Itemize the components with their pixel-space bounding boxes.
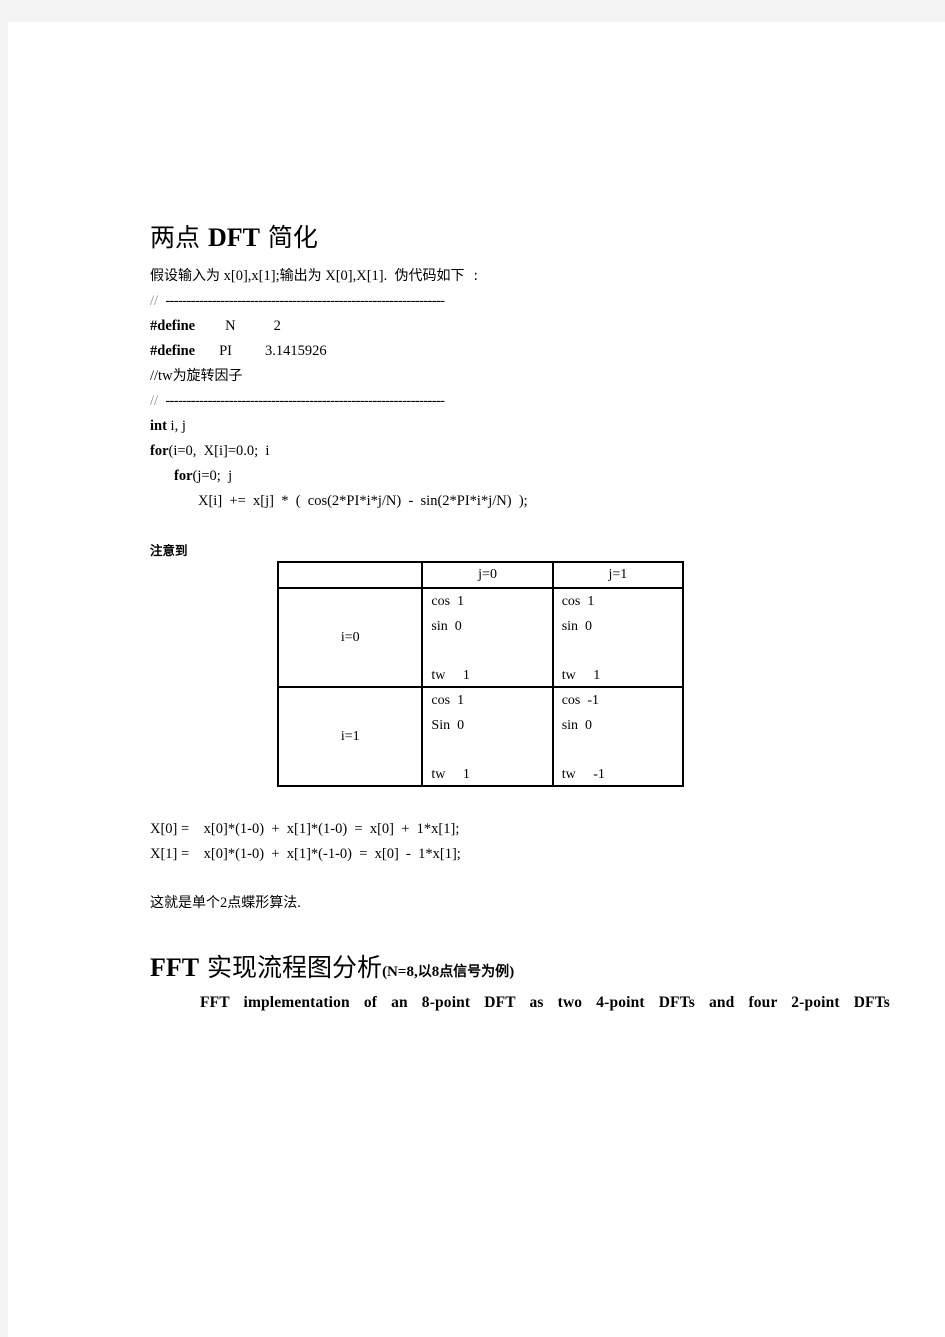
- cos-value: cos 1: [561, 594, 595, 609]
- twiddle-factor-table: j=0 j=1 i=0 cos 1 sin 0 tw 1 cos 1 sin 0…: [276, 561, 685, 787]
- subtitle-part: (N=8,: [382, 964, 418, 980]
- row-label: i=1: [276, 686, 424, 787]
- sin-value: sin 0: [561, 619, 593, 634]
- cos-value: cos 1: [431, 693, 465, 708]
- cos-value: cos -1: [561, 693, 600, 708]
- tw-value: tw -1: [561, 767, 605, 782]
- section-heading-dft: 两点 DFT 简化: [150, 223, 318, 253]
- define-name: PI: [219, 343, 233, 359]
- intro-text: 伪代码如下 :: [394, 268, 479, 284]
- for-keyword: for: [174, 468, 193, 484]
- heading-text-en: FFT: [150, 953, 200, 982]
- define-keyword: #define: [150, 318, 196, 334]
- code-separator: // -------------------------------------…: [150, 391, 445, 411]
- note-label: 注意到: [150, 543, 188, 558]
- section-heading-fft: FFT 实现流程图分析(N=8,以8点信号为例): [150, 953, 514, 987]
- table-header-row: j=0 j=1: [276, 561, 685, 589]
- code-for-j: for(j=0; j: [174, 466, 232, 486]
- conclusion-part: 点蝶形算法: [227, 895, 298, 911]
- comment-prefix: //: [150, 293, 159, 309]
- statement-text: X[i] += x[j] * ( cos(2*PI*i*j/N) - sin(2…: [198, 493, 528, 509]
- table-cell: cos 1 sin 0 tw 1: [551, 587, 685, 688]
- equation-x0: X[0] = x[0]*(1-0) + x[1]*(1-0) = x[0] + …: [150, 821, 460, 837]
- figure-caption: FFT implementation of an 8-point DFT as …: [200, 994, 890, 1011]
- table-row: i=0 cos 1 sin 0 tw 1 cos 1 sin 0 tw 1: [276, 587, 685, 688]
- comment-text: //tw: [150, 368, 173, 384]
- define-name: N: [225, 318, 236, 334]
- define-value: 3.1415926: [265, 343, 327, 359]
- intro-text: x[0],x[1];: [220, 268, 280, 284]
- tw-value: tw 1: [431, 668, 470, 683]
- tw-value: tw 1: [431, 767, 470, 782]
- conclusion-text: 这就是单个2点蝶形算法.: [150, 893, 301, 913]
- sin-value: sin 0: [561, 718, 593, 733]
- conclusion-part: .: [297, 895, 301, 911]
- heading-subtitle: (N=8,以8点信号为例): [382, 964, 514, 980]
- intro-text: 假设输入为: [150, 268, 220, 284]
- separator-dashes: ----------------------------------------…: [165, 293, 445, 309]
- heading-text-zh-2: 简化: [267, 223, 318, 252]
- table-header-cell: j=1: [551, 561, 685, 589]
- row-label: i=0: [276, 587, 424, 688]
- conclusion-part: 这就是单个: [150, 895, 220, 911]
- table-header-cell: j=0: [421, 561, 554, 589]
- intro-text: 输出为: [279, 268, 322, 284]
- cos-value: cos 1: [431, 594, 465, 609]
- equation-x1: X[1] = x[0]*(1-0) + x[1]*(-1-0) = x[0] -…: [150, 846, 461, 862]
- subtitle-part: 以: [417, 964, 432, 980]
- code-statement: X[i] += x[j] * ( cos(2*PI*i*j/N) - sin(2…: [198, 491, 528, 511]
- for-clause: (j=0; j: [192, 468, 233, 484]
- table-cell: cos 1 Sin 0 tw 1: [421, 686, 554, 787]
- define-keyword: #define: [150, 343, 196, 359]
- table-header-cell: [276, 561, 424, 589]
- table-cell: cos -1 sin 0 tw -1: [551, 686, 685, 787]
- sin-value: Sin 0: [431, 718, 465, 733]
- heading-text-en: DFT: [207, 223, 260, 252]
- comment-prefix: //: [150, 393, 159, 409]
- comment-text-zh: 为旋转因子: [172, 368, 243, 384]
- heading-text-zh: 实现流程图分析: [199, 953, 383, 982]
- sin-value: sin 0: [431, 619, 462, 634]
- define-value: 2: [273, 318, 281, 334]
- document-page: 两点 DFT 简化 假设输入为 x[0],x[1];输出为 X[0],X[1].…: [8, 22, 945, 1337]
- table-row: i=1 cos 1 Sin 0 tw 1 cos -1 sin 0 tw -1: [276, 686, 685, 787]
- code-comment-tw: //tw为旋转因子: [150, 366, 243, 386]
- code-int-decl: int i, j: [150, 416, 186, 436]
- int-keyword: int: [150, 418, 167, 434]
- for-clause: (i=0, X[i]=0.0; i: [168, 443, 270, 459]
- code-define-pi: #define PI 3.1415926: [150, 341, 327, 361]
- table-cell: cos 1 sin 0 tw 1: [421, 587, 554, 688]
- subtitle-part: 点信号为例: [439, 964, 510, 980]
- heading-text-zh: 两点: [150, 223, 201, 252]
- intro-paragraph: 假设输入为 x[0],x[1];输出为 X[0],X[1]. 伪代码如下 :: [150, 266, 478, 286]
- separator-dashes: ----------------------------------------…: [165, 393, 445, 409]
- code-for-i: for(i=0, X[i]=0.0; i: [150, 441, 269, 461]
- int-vars: i, j: [166, 418, 186, 434]
- tw-value: tw 1: [561, 668, 601, 683]
- subtitle-part: ): [509, 964, 515, 980]
- code-separator: // -------------------------------------…: [150, 291, 445, 311]
- for-keyword: for: [150, 443, 169, 459]
- code-define-n: #define N 2: [150, 316, 281, 336]
- intro-text: X[0],X[1].: [321, 268, 395, 284]
